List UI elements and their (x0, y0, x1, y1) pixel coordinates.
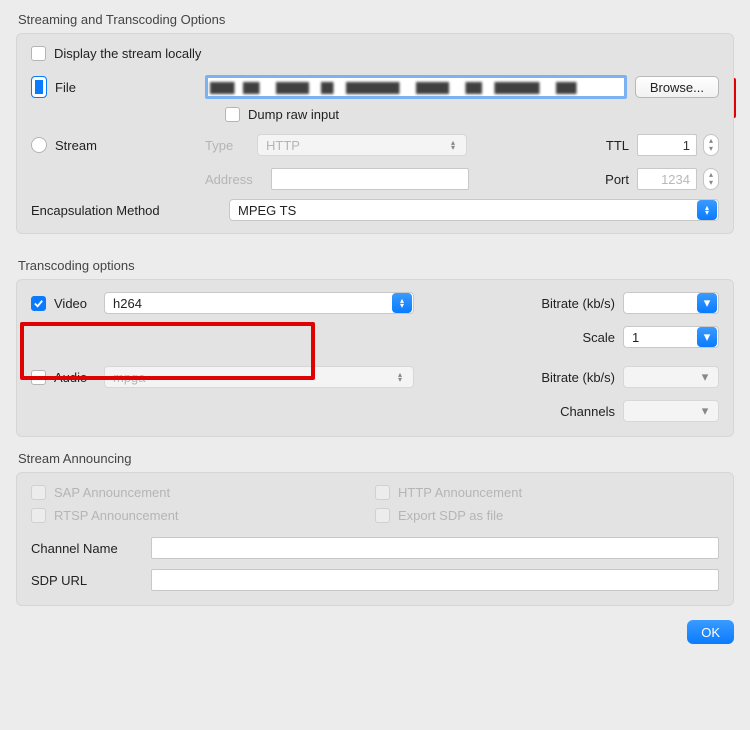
stepper-port[interactable]: ▴▾ (703, 168, 719, 190)
label-http-announce: HTTP Announcement (398, 485, 522, 500)
select-video-codec[interactable]: h264 ▴▾ (104, 292, 414, 314)
checkbox-rtsp[interactable] (31, 508, 46, 523)
select-channels[interactable]: ▾ (623, 400, 719, 422)
label-dump-raw: Dump raw input (248, 107, 339, 122)
chevron-updown-icon: ▴▾ (697, 200, 717, 220)
select-audio-bitrate[interactable]: ▾ (623, 366, 719, 388)
checkbox-sap[interactable] (31, 485, 46, 500)
chevron-updown-icon: ▴▾ (391, 372, 409, 382)
select-audio-codec-value: mpga (113, 370, 146, 385)
chevron-down-icon: ▾ (696, 369, 714, 385)
ok-button[interactable]: OK (687, 620, 734, 644)
select-encapsulation-value: MPEG TS (238, 203, 296, 218)
label-encapsulation: Encapsulation Method (31, 203, 229, 218)
checkbox-dump-raw[interactable] (225, 107, 240, 122)
label-stream: Stream (55, 138, 205, 153)
label-sap: SAP Announcement (54, 485, 170, 500)
select-audio-codec[interactable]: mpga ▴▾ (104, 366, 414, 388)
input-sdp-url[interactable] (151, 569, 719, 591)
label-ttl: TTL (606, 138, 629, 153)
label-audio: Audio (54, 370, 104, 385)
chevron-down-icon: ▾ (696, 403, 714, 419)
select-scale-value: 1 (632, 330, 639, 345)
checkbox-audio[interactable] (31, 370, 46, 385)
label-channels: Channels (560, 404, 615, 419)
input-address[interactable] (271, 168, 469, 190)
label-rtsp: RTSP Announcement (54, 508, 179, 523)
radio-file[interactable] (31, 76, 47, 98)
stepper-ttl[interactable]: ▴▾ (703, 134, 719, 156)
section-announcing-title: Stream Announcing (18, 451, 734, 466)
label-video-bitrate: Bitrate (kb/s) (541, 296, 615, 311)
panel-streaming: Display the stream locally File Browse..… (16, 33, 734, 211)
chevron-down-icon: ▾ (697, 293, 717, 313)
panel-announcing: SAP Announcement HTTP Announcement RTSP … (16, 472, 734, 606)
checkbox-sdp[interactable] (375, 508, 390, 523)
chevron-updown-icon: ▴▾ (444, 140, 462, 150)
select-video-bitrate[interactable]: ▾ (623, 292, 719, 314)
label-channel-name: Channel Name (31, 541, 151, 556)
chevron-down-icon: ▾ (697, 327, 717, 347)
input-channel-name[interactable] (151, 537, 719, 559)
chevron-updown-icon: ▴▾ (392, 293, 412, 313)
select-video-codec-value: h264 (113, 296, 142, 311)
select-type[interactable]: HTTP ▴▾ (257, 134, 467, 156)
label-type: Type (205, 138, 257, 153)
label-scale: Scale (582, 330, 615, 345)
input-ttl[interactable] (637, 134, 697, 156)
panel-transcoding: Video h264 ▴▾ Bitrate (kb/s) ▾ Scale 1 ▾ (16, 279, 734, 437)
checkbox-display-locally[interactable] (31, 46, 46, 61)
label-sdp: Export SDP as file (398, 508, 503, 523)
radio-stream[interactable] (31, 137, 47, 153)
checkbox-video[interactable] (31, 296, 46, 311)
section-streaming-title: Streaming and Transcoding Options (18, 12, 734, 27)
label-sdp-url: SDP URL (31, 573, 151, 588)
select-encapsulation[interactable]: MPEG TS ▴▾ (229, 199, 719, 221)
label-display-locally: Display the stream locally (54, 46, 201, 61)
file-path-input[interactable] (205, 75, 627, 99)
label-file: File (55, 80, 205, 95)
checkbox-http-announce[interactable] (375, 485, 390, 500)
select-type-value: HTTP (266, 138, 300, 153)
browse-button[interactable]: Browse... (635, 76, 719, 98)
label-port: Port (605, 172, 629, 187)
label-audio-bitrate: Bitrate (kb/s) (541, 370, 615, 385)
label-video: Video (54, 296, 104, 311)
section-transcoding-title: Transcoding options (18, 258, 734, 273)
label-address: Address (205, 172, 271, 187)
select-scale[interactable]: 1 ▾ (623, 326, 719, 348)
input-port[interactable] (637, 168, 697, 190)
